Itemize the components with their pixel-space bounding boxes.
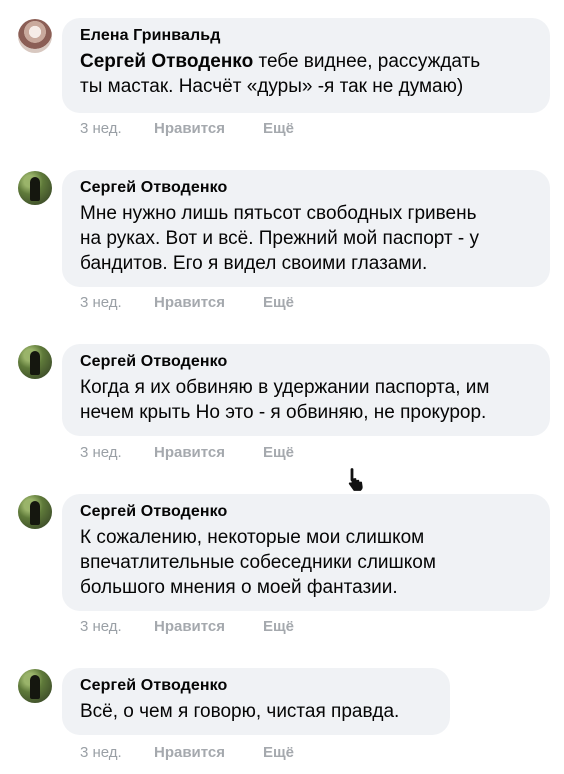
comment-author[interactable]: Сергей Отводенко (80, 676, 432, 696)
comment-text-part: тебе виднее, рассуждать (253, 51, 481, 72)
comment-text-line: К сожалению, некоторые мои слишком (80, 527, 425, 548)
comment-text-line: на руках. Вот и всё. Прежний мой паспорт… (80, 228, 479, 249)
comment-time[interactable]: 3 нед. (80, 744, 122, 762)
comment-author[interactable]: Сергей Отводенко (80, 502, 532, 522)
comment-bubble: Сергей Отводенко Когда я их обвиняю в уд… (62, 344, 550, 436)
comment-text-line: большого мнения о моей фантазии. (80, 577, 398, 598)
comment-time[interactable]: 3 нед. (80, 618, 122, 636)
comment-bubble: Сергей Отводенко Мне нужно лишь пятьсот … (62, 170, 550, 287)
like-button[interactable]: Нравится (154, 618, 225, 636)
comment-text-part: ты мастак. Насчёт «дуры» -я так не думаю… (80, 76, 464, 97)
comment-time[interactable]: 3 нед. (80, 294, 122, 312)
comment-author[interactable]: Елена Гринвальд (80, 26, 532, 46)
comment-text-line: Когда я их обвиняю в удержании паспорта,… (80, 377, 490, 398)
comment-bubble: Сергей Отводенко Всё, о чем я говорю, чи… (62, 668, 450, 735)
comment-text-line: впечатлительные собеседники слишком (80, 552, 436, 573)
comment-author[interactable]: Сергей Отводенко (80, 178, 532, 198)
comment-text: Всё, о чем я говорю, чистая правда. (80, 699, 432, 724)
more-button[interactable]: Ещё (263, 744, 294, 762)
comment-bubble: Елена Гринвальд Сергей Отводенко тебе ви… (62, 18, 550, 113)
more-button[interactable]: Ещё (263, 618, 294, 636)
like-button[interactable]: Нравится (154, 294, 225, 312)
avatar[interactable] (18, 669, 52, 703)
comment-text: Сергей Отводенко тебе виднее, рассуждать… (80, 49, 532, 99)
mention-link[interactable]: Сергей Отводенко (80, 51, 253, 72)
comment-text: К сожалению, некоторые мои слишком впеча… (80, 525, 532, 600)
avatar[interactable] (18, 19, 52, 53)
comment-text-line: Мне нужно лишь пятьсот свободных гривень (80, 203, 477, 224)
comment-text: Когда я их обвиняю в удержании паспорта,… (80, 375, 532, 425)
hand-cursor-icon (347, 466, 364, 492)
like-button[interactable]: Нравится (154, 744, 225, 762)
more-button[interactable]: Ещё (263, 120, 294, 138)
comment-bubble: Сергей Отводенко К сожалению, некоторые … (62, 494, 550, 611)
more-button[interactable]: Ещё (263, 294, 294, 312)
comment-text-line: Всё, о чем я говорю, чистая правда. (80, 701, 400, 722)
like-button[interactable]: Нравится (154, 444, 225, 462)
comment-text: Мне нужно лишь пятьсот свободных гривень… (80, 201, 532, 276)
comment-author[interactable]: Сергей Отводенко (80, 352, 532, 372)
avatar[interactable] (18, 171, 52, 205)
comment-text-line: нечем крыть Но это - я обвиняю, не проку… (80, 402, 487, 423)
like-button[interactable]: Нравится (154, 120, 225, 138)
more-button[interactable]: Ещё (263, 444, 294, 462)
comment-time[interactable]: 3 нед. (80, 444, 122, 462)
comment-text-line: бандитов. Его я видел своими глазами. (80, 253, 428, 274)
avatar[interactable] (18, 345, 52, 379)
avatar[interactable] (18, 495, 52, 529)
comment-time[interactable]: 3 нед. (80, 120, 122, 138)
